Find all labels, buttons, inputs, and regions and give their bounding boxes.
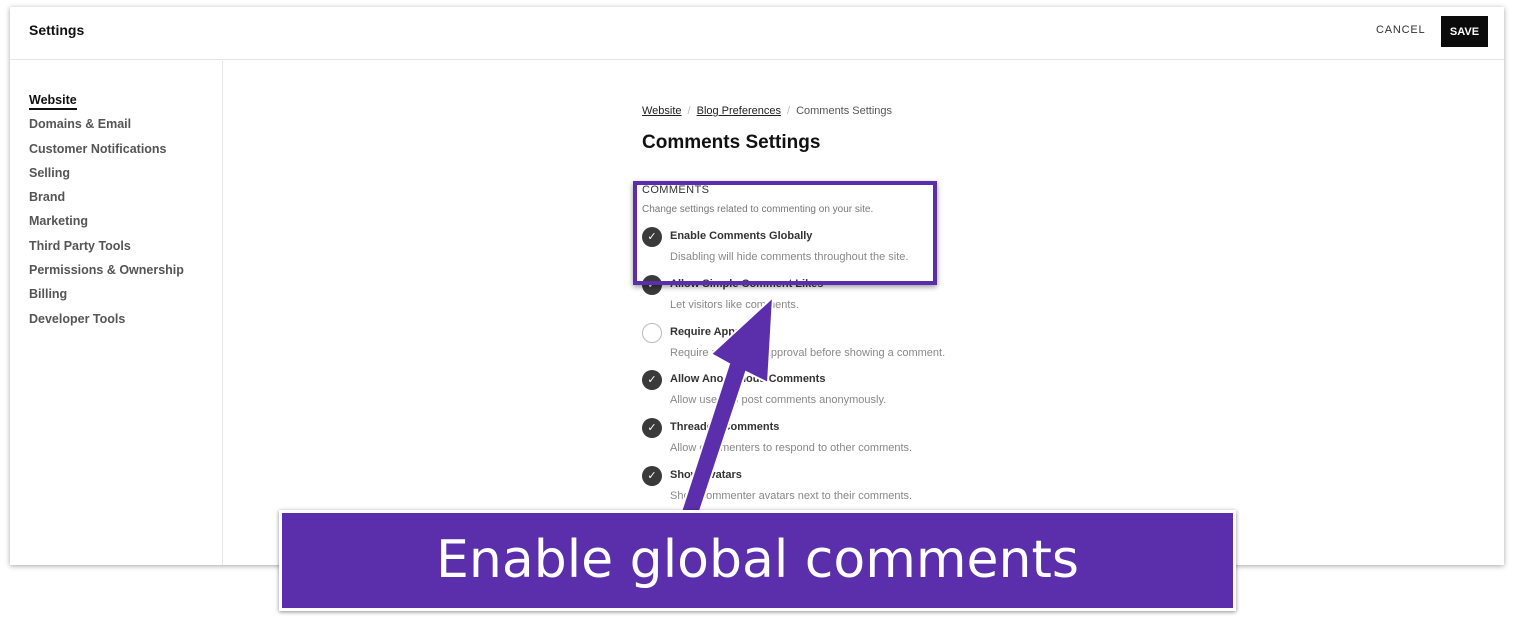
caption-banner: Enable global comments [279, 510, 1236, 611]
arrow-icon [678, 294, 775, 522]
